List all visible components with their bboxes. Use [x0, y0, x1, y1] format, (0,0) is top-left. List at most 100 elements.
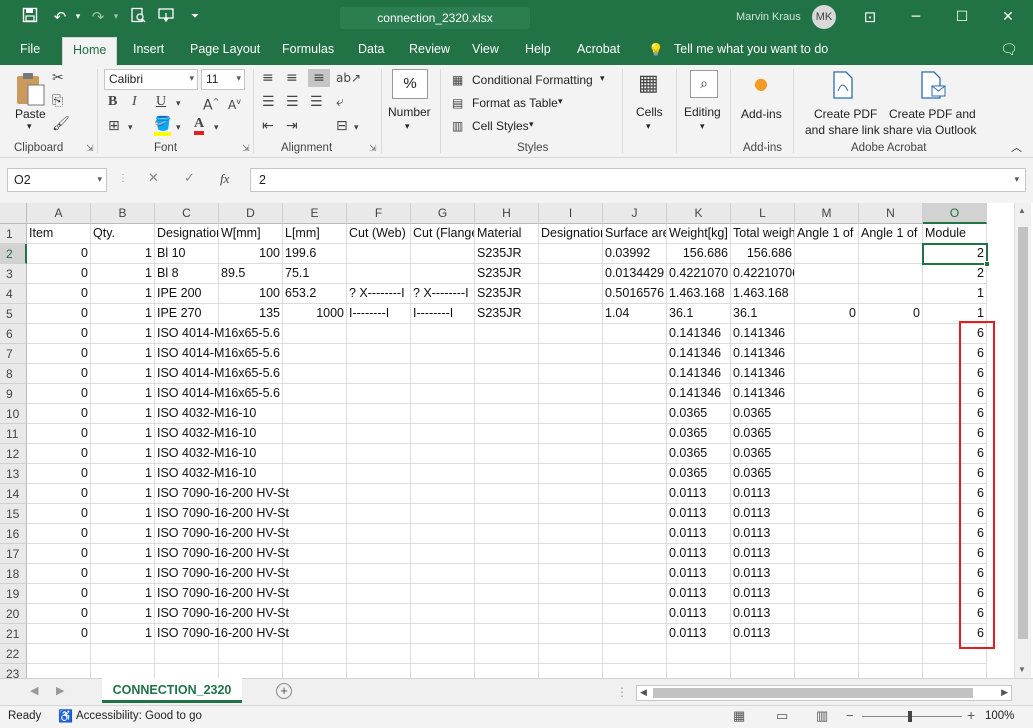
table-cell[interactable]: [155, 644, 219, 664]
prev-sheet-icon[interactable]: ◀: [30, 684, 38, 697]
table-cell[interactable]: [795, 644, 859, 664]
zoom-out-icon[interactable]: −: [846, 708, 854, 723]
table-cell[interactable]: [475, 484, 539, 504]
table-cell[interactable]: ISO 4014-M16x65-5.6: [155, 384, 280, 404]
row-header[interactable]: 20: [0, 604, 27, 624]
vertical-scrollbar[interactable]: ▲ ▼: [1014, 203, 1031, 678]
table-cell[interactable]: [603, 444, 667, 464]
table-cell[interactable]: [347, 244, 411, 264]
format-as-table-icon[interactable]: ▤: [452, 94, 463, 112]
table-cell[interactable]: [411, 444, 475, 464]
row-header[interactable]: 14: [0, 484, 27, 504]
table-cell[interactable]: [859, 504, 923, 524]
save-icon[interactable]: [20, 7, 40, 27]
table-cell[interactable]: [347, 264, 411, 284]
format-painter-icon[interactable]: 🖌: [52, 115, 70, 133]
table-cell[interactable]: [795, 344, 859, 364]
cells-button[interactable]: Cells: [636, 105, 663, 119]
table-cell[interactable]: [539, 404, 603, 424]
table-cell[interactable]: 0: [27, 524, 91, 544]
column-header-k[interactable]: K: [667, 203, 731, 224]
table-cell[interactable]: 1: [91, 364, 155, 384]
table-cell[interactable]: [539, 284, 603, 304]
table-cell[interactable]: [859, 284, 923, 304]
table-cell[interactable]: 0: [27, 364, 91, 384]
cells-dropdown-icon[interactable]: ▾: [646, 121, 651, 132]
table-cell[interactable]: ISO 4032-M16-10: [155, 444, 256, 464]
zoom-in-icon[interactable]: +: [967, 707, 975, 723]
table-cell[interactable]: 0.0113: [731, 624, 795, 644]
fill-color-dropdown-icon[interactable]: ▾: [176, 119, 181, 137]
cut-icon[interactable]: ✂: [52, 69, 64, 87]
table-cell[interactable]: 1: [91, 544, 155, 564]
table-cell[interactable]: 1: [91, 484, 155, 504]
table-cell[interactable]: 2: [923, 244, 987, 264]
lightbulb-icon[interactable]: 💡: [648, 42, 664, 58]
table-cell[interactable]: 89.5: [219, 264, 283, 284]
table-cell[interactable]: 0: [27, 444, 91, 464]
cell-styles-button[interactable]: Cell Styles: [472, 119, 529, 133]
table-cell[interactable]: [539, 584, 603, 604]
format-as-table-button[interactable]: Format as Table: [472, 96, 558, 110]
table-cell[interactable]: [795, 504, 859, 524]
table-cell[interactable]: L[mm]: [283, 224, 347, 244]
table-cell[interactable]: 0: [27, 504, 91, 524]
table-cell[interactable]: 0.0365: [731, 424, 795, 444]
align-right-icon[interactable]: ☰: [310, 93, 323, 111]
table-cell[interactable]: 0.141346: [667, 384, 731, 404]
table-cell[interactable]: [795, 624, 859, 644]
decrease-font-icon[interactable]: Av: [228, 93, 241, 114]
name-box[interactable]: O2 ▾: [7, 168, 107, 192]
table-cell[interactable]: [283, 424, 347, 444]
table-cell[interactable]: [411, 384, 475, 404]
formula-input[interactable]: 2 ▾: [250, 168, 1026, 192]
table-cell[interactable]: 0.141346: [731, 324, 795, 344]
row-header[interactable]: 5: [0, 304, 27, 324]
table-cell[interactable]: [539, 424, 603, 444]
table-cell[interactable]: 0: [27, 244, 91, 264]
increase-font-icon[interactable]: A^: [203, 93, 219, 115]
table-cell[interactable]: 156.686: [667, 244, 731, 264]
align-middle-icon[interactable]: ≡: [286, 69, 298, 87]
create-pdf-icon[interactable]: [832, 71, 854, 102]
close-icon[interactable]: ✕: [986, 0, 1030, 34]
table-cell[interactable]: 1: [91, 304, 155, 324]
table-cell[interactable]: [859, 604, 923, 624]
row-header[interactable]: 22: [0, 644, 27, 664]
table-cell[interactable]: 1: [91, 584, 155, 604]
table-cell[interactable]: [283, 324, 347, 344]
table-cell[interactable]: [603, 644, 667, 664]
table-cell[interactable]: [795, 384, 859, 404]
horizontal-scroll-thumb[interactable]: [653, 688, 973, 698]
table-cell[interactable]: [539, 444, 603, 464]
scroll-up-icon[interactable]: ▲: [1018, 206, 1026, 215]
table-cell[interactable]: [859, 484, 923, 504]
table-cell[interactable]: [475, 404, 539, 424]
table-cell[interactable]: 0: [27, 304, 91, 324]
paste-button[interactable]: Paste: [15, 107, 46, 121]
clipboard-launcher-icon[interactable]: ⇲: [86, 143, 94, 154]
table-cell[interactable]: Bl 10: [155, 244, 219, 264]
table-cell[interactable]: ISO 4014-M16x65-5.6: [155, 364, 280, 384]
table-cell[interactable]: [347, 624, 411, 644]
table-cell[interactable]: [347, 604, 411, 624]
table-cell[interactable]: ISO 7090-16-200 HV-St: [155, 624, 289, 644]
tab-formulas[interactable]: Formulas: [282, 42, 334, 56]
table-cell[interactable]: 1: [91, 624, 155, 644]
table-cell[interactable]: 0: [27, 464, 91, 484]
table-cell[interactable]: S235JR: [475, 264, 539, 284]
table-cell[interactable]: [347, 344, 411, 364]
table-cell[interactable]: [795, 264, 859, 284]
table-cell[interactable]: [283, 344, 347, 364]
conditional-formatting-icon[interactable]: ▦: [452, 71, 463, 89]
table-cell[interactable]: Angle 1 of: [859, 224, 923, 244]
wrap-text-icon[interactable]: ⤶: [336, 93, 344, 111]
table-cell[interactable]: 1: [91, 404, 155, 424]
table-cell[interactable]: [795, 424, 859, 444]
table-cell[interactable]: [539, 544, 603, 564]
sheet-tab-active[interactable]: CONNECTION_2320: [102, 678, 242, 703]
table-cell[interactable]: [219, 644, 283, 664]
table-cell[interactable]: 0.0113: [731, 604, 795, 624]
create-pdf-label-1[interactable]: Create PDF: [814, 107, 877, 121]
table-cell[interactable]: Item: [27, 224, 91, 244]
